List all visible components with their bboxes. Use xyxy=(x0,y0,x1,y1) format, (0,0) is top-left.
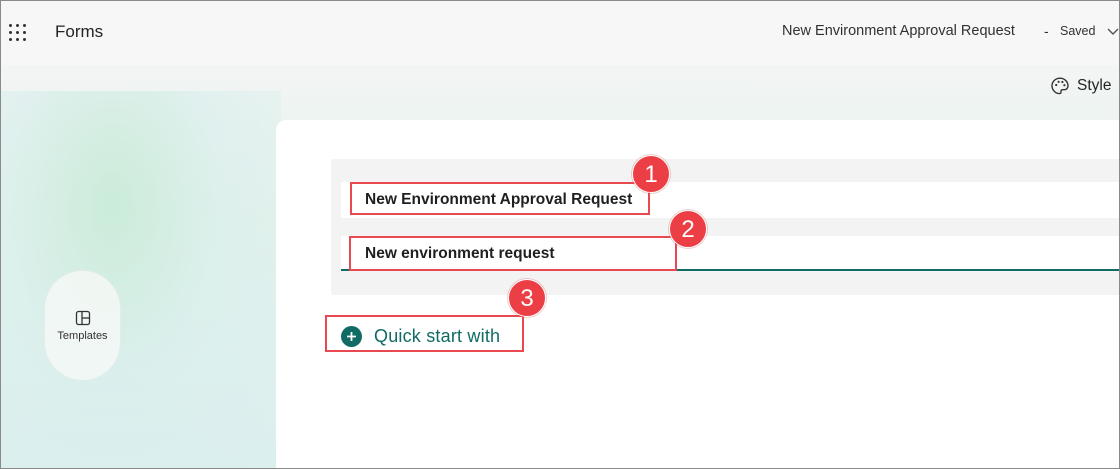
top-bar: Forms New Environment Approval Request -… xyxy=(1,1,1120,65)
app-name[interactable]: Forms xyxy=(55,22,103,42)
annotation-badge-2: 2 xyxy=(669,210,707,248)
templates-label: Templates xyxy=(57,329,108,342)
quick-start-label: Quick start with xyxy=(374,325,501,346)
style-button[interactable]: Style xyxy=(1050,74,1111,98)
app-window: Forms New Environment Approval Request -… xyxy=(0,0,1120,469)
save-status: Saved xyxy=(1060,24,1096,38)
templates-icon xyxy=(75,310,90,325)
quick-start-button[interactable]: Quick start with xyxy=(341,323,500,349)
style-label: Style xyxy=(1077,77,1112,94)
plus-icon xyxy=(341,325,362,347)
app-launcher-icon[interactable] xyxy=(9,24,27,42)
title-separator: - xyxy=(1044,23,1049,39)
form-title-value[interactable]: New Environment Approval Request xyxy=(365,191,632,209)
background-glow xyxy=(1,91,281,468)
annotation-badge-3: 3 xyxy=(508,279,546,317)
templates-button[interactable]: Templates xyxy=(45,271,120,380)
document-title[interactable]: New Environment Approval Request xyxy=(782,23,1015,39)
form-description-value[interactable]: New environment request xyxy=(365,245,555,263)
chevron-down-icon[interactable] xyxy=(1106,27,1120,37)
palette-icon xyxy=(1051,77,1069,95)
annotation-badge-1: 1 xyxy=(632,155,670,193)
form-header-block xyxy=(331,159,1119,295)
